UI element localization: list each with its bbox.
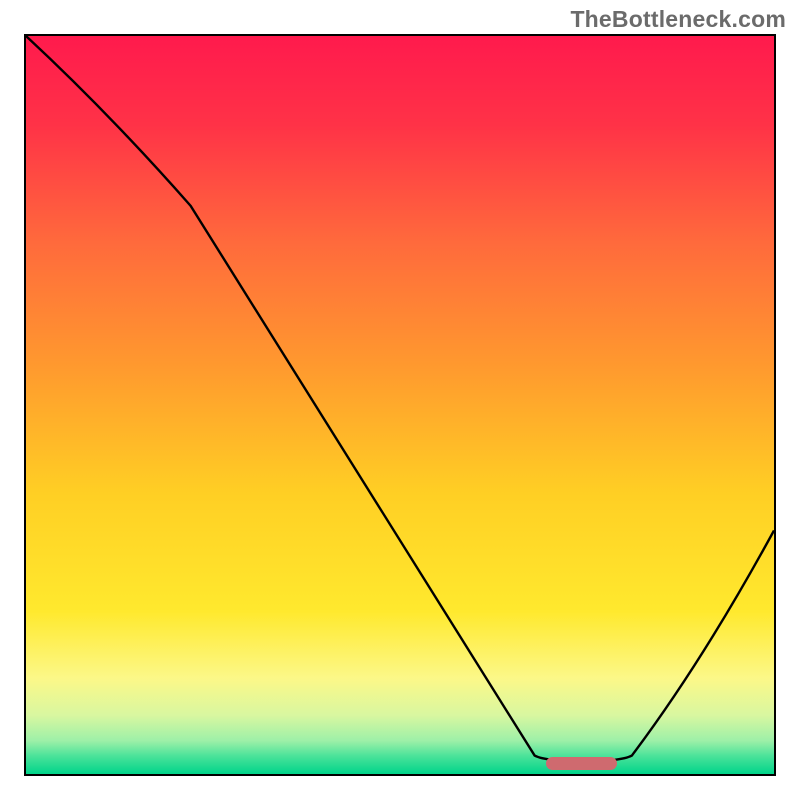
watermark-text: TheBottleneck.com [570, 6, 786, 33]
stage: TheBottleneck.com [0, 0, 800, 800]
plot-frame [24, 34, 776, 776]
bottleneck-curve [26, 36, 774, 774]
valley-marker [546, 757, 617, 770]
